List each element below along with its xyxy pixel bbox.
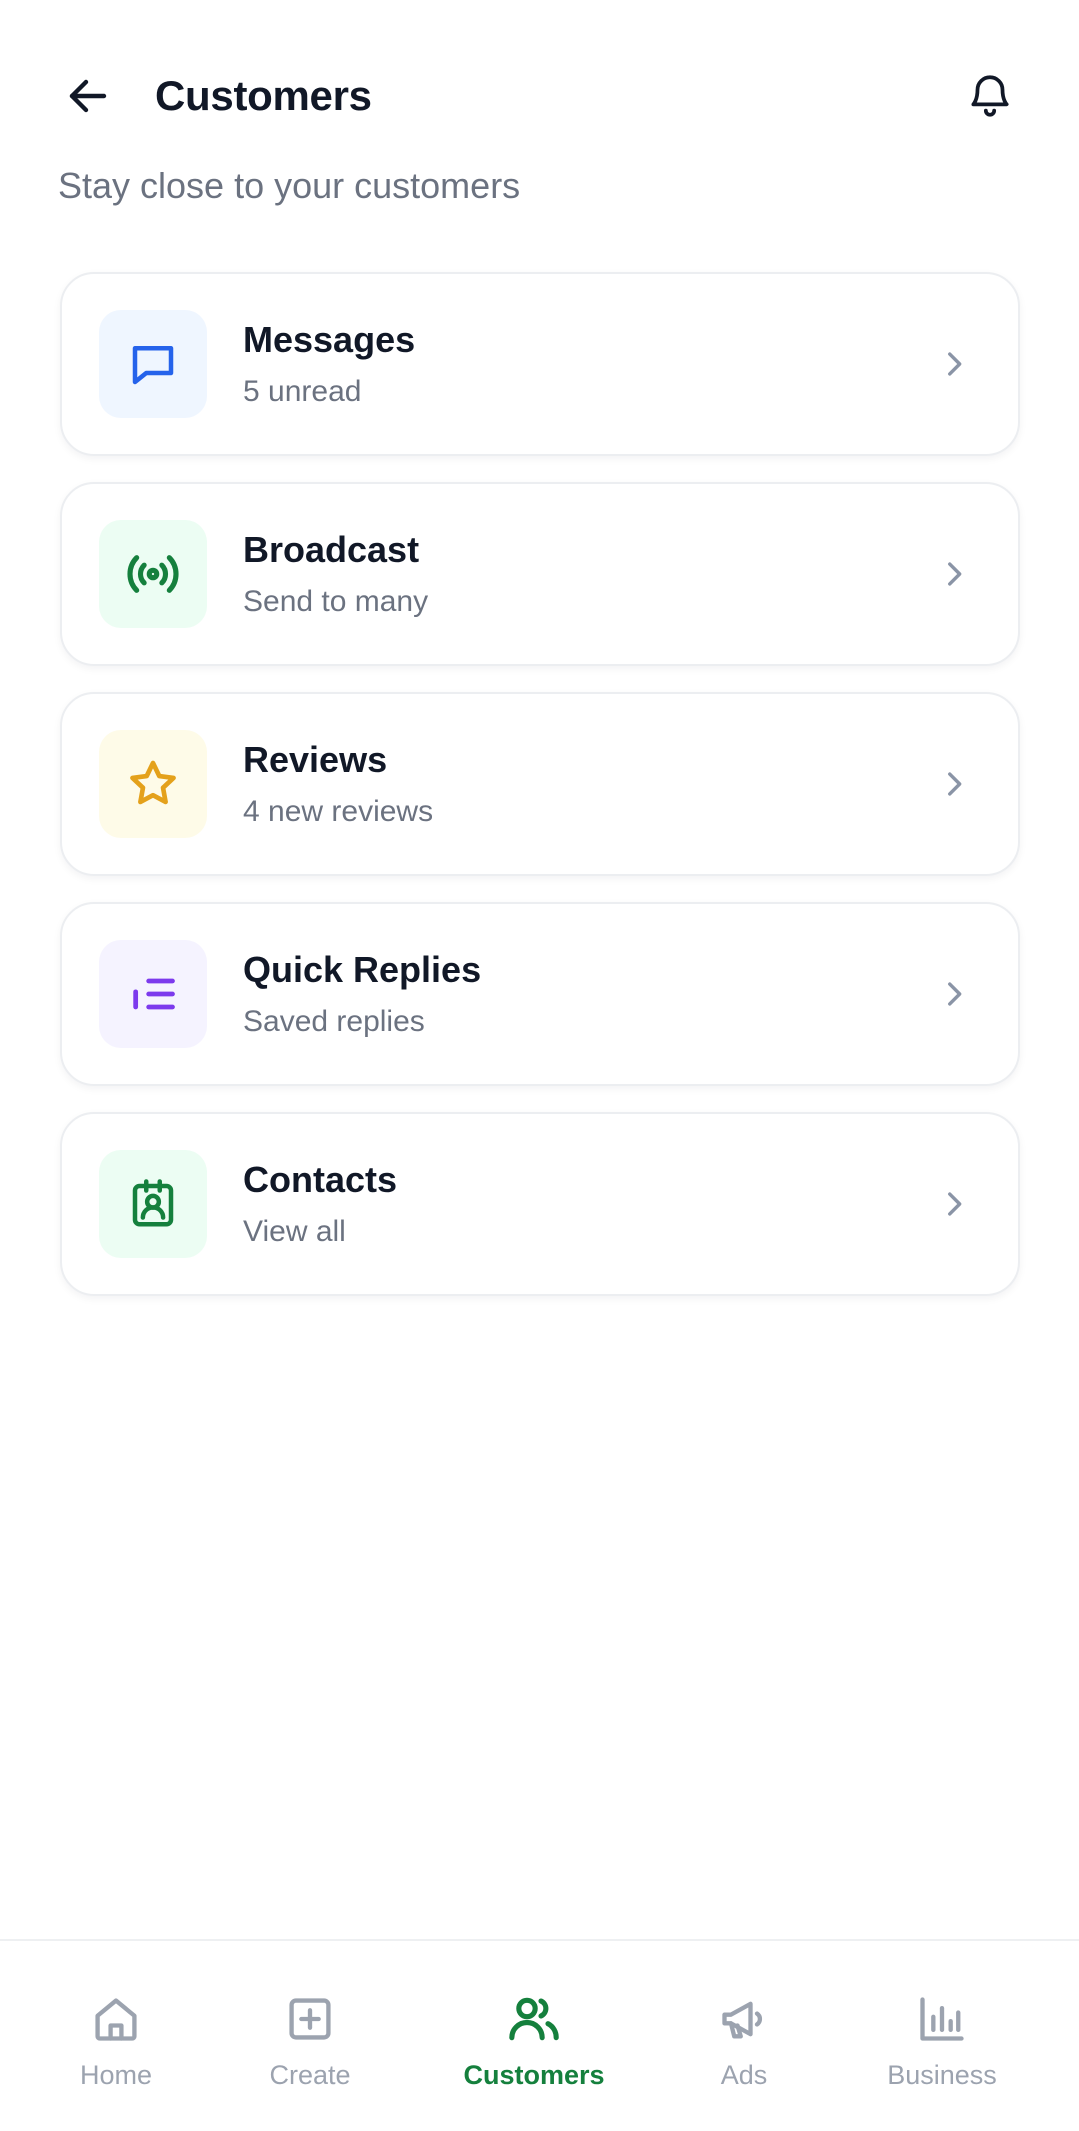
- card-subtitle: 5 unread: [243, 375, 362, 408]
- users-icon: [506, 1991, 562, 2047]
- card-subtitle: Send to many: [243, 585, 429, 618]
- broadcast-card[interactable]: Broadcast Send to many: [60, 482, 1020, 666]
- quick-replies-icon-tile: [99, 940, 207, 1048]
- page-title: Customers: [155, 72, 372, 119]
- back-button[interactable]: [58, 66, 118, 126]
- broadcast-icon-tile: [99, 520, 207, 628]
- nav-item-create[interactable]: Create: [250, 1941, 370, 2131]
- megaphone-icon: [716, 1991, 772, 2047]
- nav-label: Home: [79, 2060, 153, 2090]
- card-subtitle: Saved replies: [243, 1005, 425, 1038]
- home-icon: [88, 1991, 144, 2047]
- nav-item-ads[interactable]: Ads: [684, 1941, 804, 2131]
- card-title: Contacts: [243, 1159, 398, 1200]
- chevron-right-icon: [934, 764, 974, 804]
- chevron-right-icon: [934, 1184, 974, 1224]
- nav-label: Create: [269, 2060, 351, 2090]
- card-title: Messages: [243, 319, 416, 360]
- plus-square-icon: [282, 1991, 338, 2047]
- contacts-card[interactable]: Contacts View all: [60, 1112, 1020, 1296]
- reviews-icon-tile: [99, 730, 207, 838]
- customer-tools-list: Messages 5 unread Broadcast Send to many: [60, 272, 1020, 1322]
- nav-label: Ads: [720, 2060, 768, 2090]
- chevron-right-icon: [934, 554, 974, 594]
- bottom-navigation: Home Create Customers Ads Business: [0, 1939, 1079, 2131]
- card-subtitle: View all: [243, 1215, 346, 1248]
- bell-icon: [971, 75, 1009, 117]
- messages-icon-tile: [99, 310, 207, 418]
- quick-replies-card[interactable]: Quick Replies Saved replies: [60, 902, 1020, 1086]
- contact-card-icon: [132, 1179, 174, 1227]
- nav-label: Customers: [463, 2060, 605, 2090]
- nav-item-home[interactable]: Home: [56, 1941, 176, 2131]
- top-app-bar: Customers Stay close to your customers: [0, 0, 1079, 206]
- notifications-button[interactable]: [960, 66, 1020, 126]
- nav-item-business[interactable]: Business: [872, 1941, 1012, 2131]
- messages-card[interactable]: Messages 5 unread: [60, 272, 1020, 456]
- chat-bubble-icon: [132, 346, 174, 385]
- broadcast-icon: [127, 555, 179, 593]
- nav-label: Business: [887, 2060, 997, 2090]
- card-subtitle: 4 new reviews: [243, 795, 434, 828]
- reviews-card[interactable]: Reviews 4 new reviews: [60, 692, 1020, 876]
- card-title: Reviews: [243, 739, 388, 780]
- bar-chart-icon: [914, 1991, 970, 2047]
- star-icon: [130, 760, 176, 805]
- chevron-right-icon: [934, 974, 974, 1014]
- card-title: Quick Replies: [243, 949, 482, 990]
- list-icon: [133, 978, 175, 1010]
- page-subtitle: Stay close to your customers: [58, 165, 521, 206]
- contacts-icon-tile: [99, 1150, 207, 1258]
- nav-item-customers[interactable]: Customers: [454, 1941, 614, 2131]
- chevron-right-icon: [934, 344, 974, 384]
- card-title: Broadcast: [243, 529, 420, 570]
- arrow-left-icon: [69, 79, 107, 113]
